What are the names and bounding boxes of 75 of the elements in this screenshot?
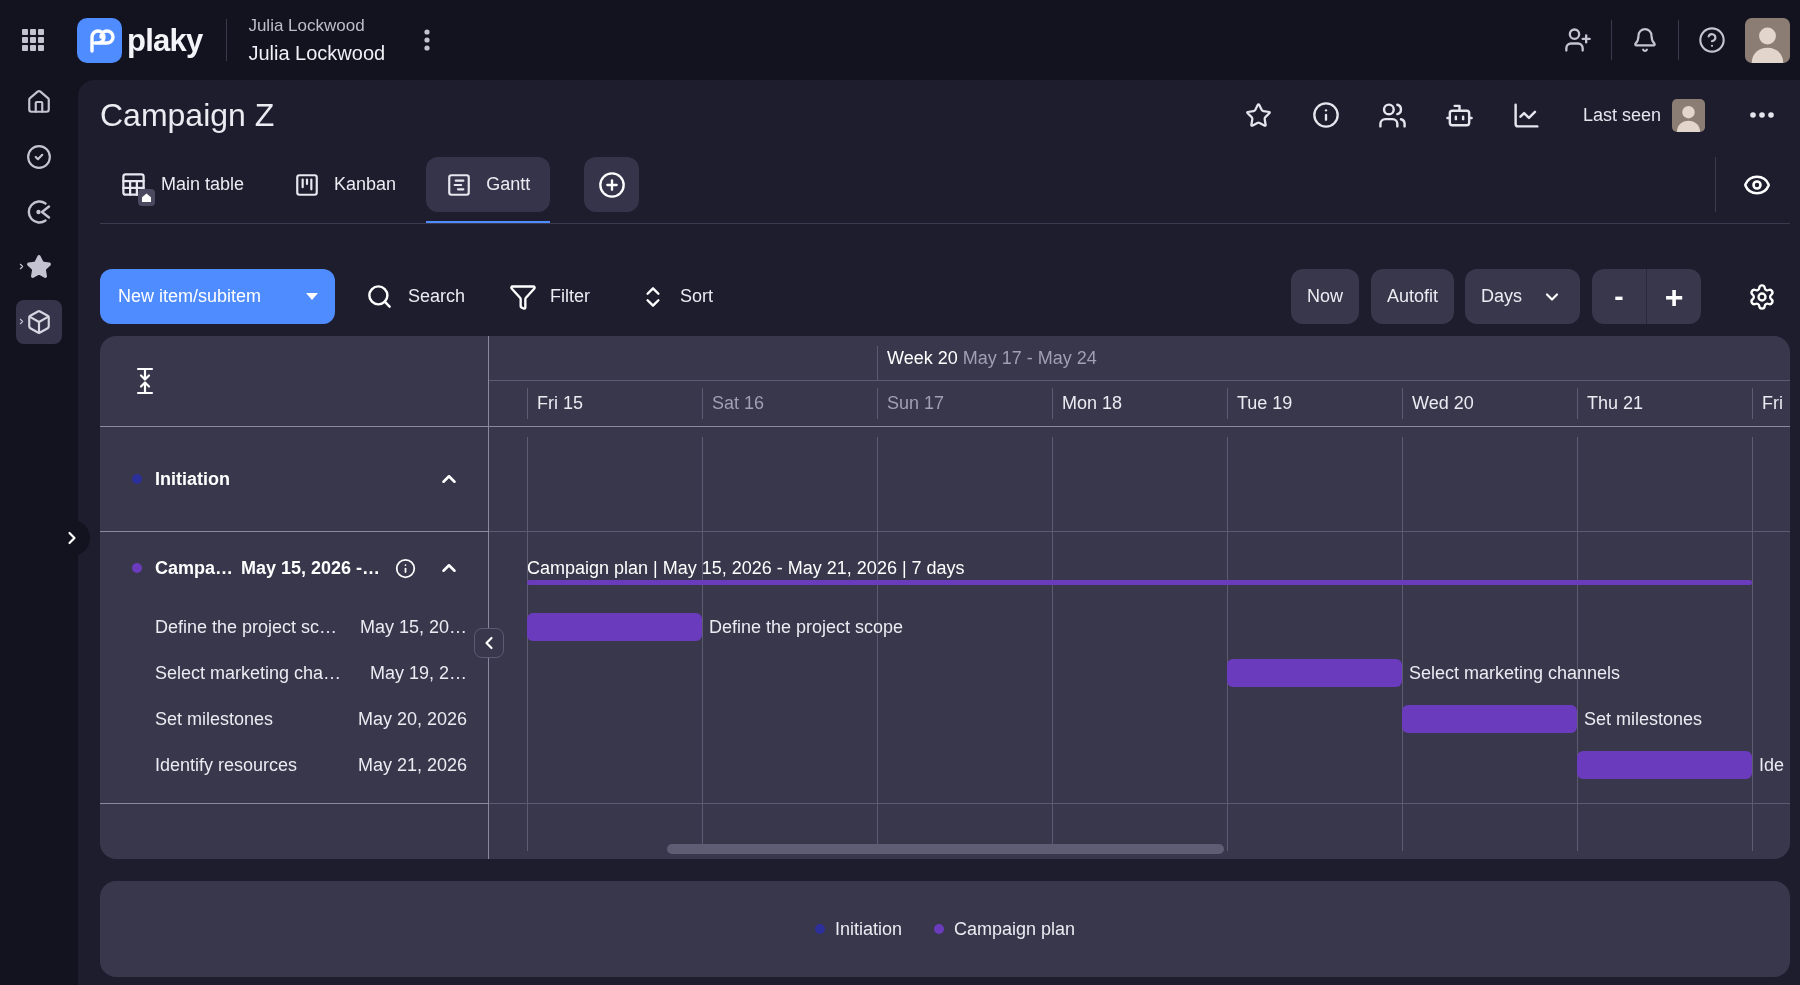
info-icon[interactable] — [395, 557, 416, 579]
last-seen-label: Last seen — [1582, 103, 1661, 127]
task-name[interactable]: Identify resources — [155, 751, 298, 779]
vertical-dots-icon — [424, 29, 431, 51]
profile-avatar-icon[interactable] — [1745, 17, 1790, 63]
bell-icon — [1632, 27, 1658, 53]
group-date-range: May 15, 2026 -… — [241, 556, 381, 580]
time-scale-dropdown[interactable]: Days — [1465, 269, 1580, 324]
settings-icon — [1748, 282, 1776, 311]
sort-button[interactable]: Sort — [640, 274, 714, 319]
task-date: May 20, 2026 — [357, 707, 467, 731]
users-icon — [1378, 100, 1408, 130]
line-chart-icon — [1512, 100, 1542, 130]
view-tab[interactable]: Gantt — [426, 157, 551, 212]
legend-label: Initiation — [834, 917, 902, 941]
task-name[interactable]: Set milestones — [155, 705, 274, 733]
kanban-icon — [294, 171, 321, 198]
day-label: Sun 17 — [887, 392, 945, 415]
table-icon — [120, 171, 147, 198]
legend-label: Campaign plan — [954, 917, 1076, 941]
cube-icon — [26, 309, 52, 335]
search-button[interactable]: Search — [366, 274, 466, 319]
now-button[interactable]: Now — [1290, 269, 1359, 324]
brand-name: plaky — [127, 24, 203, 56]
check-circle-icon — [26, 144, 52, 170]
view-tab[interactable]: Main table — [100, 157, 265, 212]
collapse-panel-button[interactable] — [474, 628, 504, 658]
star-icon — [26, 254, 52, 280]
week-date-range: May 17 - May 24 — [962, 346, 1097, 370]
week-label: Week 20 — [887, 346, 958, 370]
sidebar-item[interactable] — [16, 300, 62, 344]
add-view-button[interactable] — [584, 157, 640, 212]
task-name[interactable]: Select marketing cha… — [155, 659, 342, 687]
task-bar-label: Ide — [1759, 753, 1785, 777]
plus-circle-icon — [597, 170, 626, 199]
day-label: Tue 19 — [1237, 392, 1293, 415]
task-name[interactable]: Define the project sc… — [155, 613, 338, 641]
day-label: Fri 15 — [537, 392, 583, 415]
task-bar-label: Set milestones — [1584, 707, 1703, 731]
zoom-in-button[interactable]: + — [1647, 269, 1701, 324]
horizontal-dots-icon — [1750, 112, 1774, 118]
caret-icon — [306, 293, 318, 300]
search-icon — [366, 283, 393, 310]
horizontal-scrollbar[interactable] — [667, 844, 1224, 854]
view-tab[interactable]: Kanban — [274, 157, 417, 212]
app-grid-icon — [22, 29, 44, 51]
board-title: Campaign Z — [100, 96, 275, 135]
account-name[interactable]: Julia Lockwood — [248, 40, 386, 65]
task-bar-label: Define the project scope — [709, 615, 904, 639]
task-date: May 15, 20… — [359, 615, 467, 639]
group-summary-label: Campaign plan | May 15, 2026 - May 21, 2026 | 7 days — [527, 557, 965, 579]
logo-icon[interactable] — [77, 17, 122, 63]
day-label: Sat 16 — [712, 392, 765, 415]
help-icon — [1698, 26, 1726, 54]
home-icon — [26, 89, 52, 115]
day-label: Fri — [1762, 392, 1783, 415]
task-date: May 21, 2026 — [357, 753, 467, 777]
user-plus-icon — [1564, 26, 1592, 54]
day-label: Wed 20 — [1412, 392, 1474, 415]
task-date: May 19, 2… — [369, 661, 467, 685]
gantt-chart-icon — [446, 171, 473, 198]
group-name[interactable]: Campa… — [155, 554, 234, 582]
filter-button[interactable]: Filter — [509, 274, 591, 319]
funnel-icon — [509, 282, 538, 311]
account-label: Julia Lockwood — [248, 15, 366, 36]
autofit-button[interactable]: Autofit — [1370, 269, 1454, 324]
group-name[interactable]: Initiation — [155, 465, 230, 493]
arc-chevron-icon — [26, 199, 52, 225]
zoom-out-button[interactable]: - — [1592, 269, 1646, 324]
day-label: Thu 21 — [1587, 392, 1644, 415]
star-icon — [1245, 101, 1273, 129]
viewer-avatar-icon — [1672, 98, 1705, 132]
day-label: Mon 18 — [1062, 392, 1123, 415]
info-icon — [1311, 101, 1340, 129]
task-bar-label: Select marketing channels — [1409, 661, 1621, 685]
